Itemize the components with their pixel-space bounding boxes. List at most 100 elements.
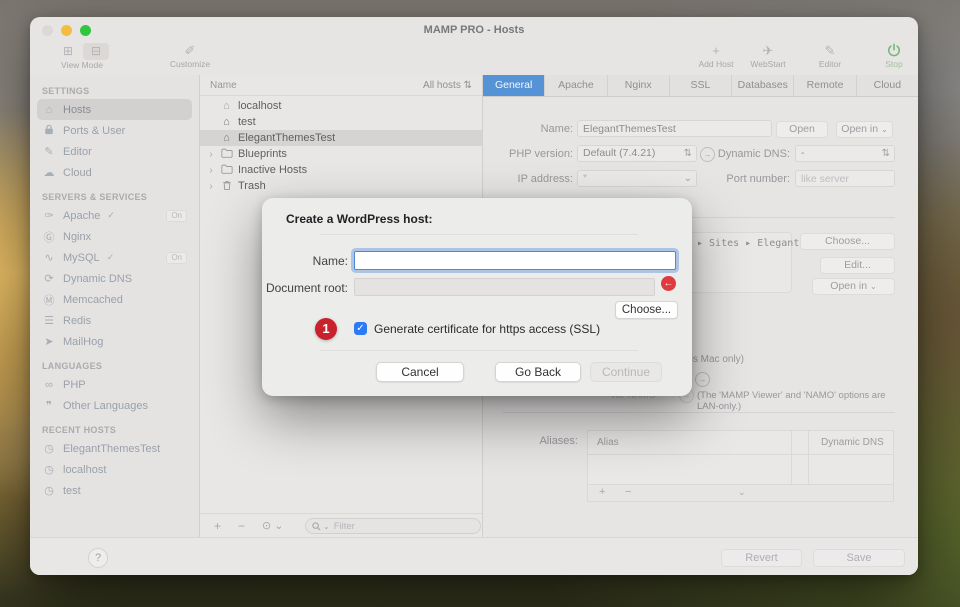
dynamic-dns-column-header[interactable]: Dynamic DNS (821, 437, 884, 448)
port-number-input[interactable] (801, 171, 889, 186)
dialog-choose-button[interactable]: Choose... (615, 301, 678, 319)
check-icon: ✓ (107, 210, 115, 221)
zoom-button[interactable] (80, 25, 91, 36)
sidebar-item-redis[interactable]: ☰ Redis (37, 310, 192, 331)
tab-databases[interactable]: Databases (732, 75, 794, 96)
memcached-icon: Ⓜ (42, 292, 56, 308)
tab-nginx[interactable]: Nginx (608, 75, 670, 96)
ssl-checkbox[interactable]: ✓ (354, 322, 367, 335)
sidebar-item-php[interactable]: ∞ PHP (37, 374, 192, 395)
chevron-down-icon: ⌄ (870, 282, 877, 291)
clock-icon: ◷ (42, 484, 56, 497)
aliases-label: Aliases: (483, 435, 578, 447)
sidebar-item-other-languages[interactable]: ❞ Other Languages (37, 395, 192, 416)
clock-icon: ◷ (42, 463, 56, 476)
sidebar-item-editor[interactable]: ✎ Editor (37, 141, 192, 162)
circle-dots-icon: ⊙ (262, 520, 271, 532)
sidebar-item-apache[interactable]: ✑ Apache ✓ On (37, 205, 192, 226)
sidebar-item-dynamic-dns[interactable]: ⟳ Dynamic DNS (37, 268, 192, 289)
tab-apache[interactable]: Apache (545, 75, 607, 96)
host-row-trash[interactable]: › Trash (200, 178, 482, 194)
customize-button[interactable]: ✐ Customize (160, 43, 220, 70)
add-host-button[interactable]: + Add Host (688, 43, 744, 70)
go-circle-icon[interactable]: → (695, 372, 710, 387)
remove-host-list-button[interactable]: − (238, 518, 245, 534)
dialog-name-input[interactable] (355, 252, 675, 269)
sidebar-item-recent-localhost[interactable]: ◷ localhost (37, 459, 192, 480)
view-mode-columns-icon[interactable]: ⊟ (83, 43, 109, 60)
house-icon: ⌂ (220, 116, 233, 128)
sidebar-item-cloud[interactable]: ☁ Cloud (37, 162, 192, 183)
port-number-field[interactable] (795, 170, 895, 187)
house-icon: ⌂ (42, 104, 56, 116)
alias-column-header[interactable]: Alias (597, 437, 619, 448)
revert-button[interactable]: Revert (721, 549, 802, 567)
sidebar-item-memcached[interactable]: Ⓜ Memcached (37, 289, 192, 310)
actions-menu-button[interactable]: ⊙ ⌄ (262, 518, 284, 534)
ssl-checkbox-label[interactable]: Generate certificate for https access (S… (374, 322, 600, 336)
open-button[interactable]: Open (776, 121, 828, 138)
dialog-docroot-field[interactable] (354, 278, 655, 296)
add-host-list-button[interactable]: + (214, 518, 221, 534)
minimize-button[interactable] (61, 25, 72, 36)
tab-general[interactable]: General (483, 75, 545, 96)
dynamic-dns-label: Dynamic DNS: (700, 148, 790, 160)
annotation-step-1: 1 (315, 318, 337, 340)
pencil-icon: ✎ (42, 145, 56, 158)
sidebar-item-recent-test[interactable]: ◷ test (37, 480, 192, 501)
help-button[interactable]: ? (88, 548, 108, 568)
sidebar-item-recent-elegantthemestest[interactable]: ◷ ElegantThemesTest (37, 438, 192, 459)
view-mode-list-icon[interactable]: ⊞ (55, 43, 81, 60)
webstart-button[interactable]: ✈ WebStart (740, 43, 796, 70)
host-name-input[interactable] (583, 121, 766, 136)
host-row-localhost[interactable]: ⌂ localhost (200, 98, 482, 114)
host-row-blueprints[interactable]: › Blueprints (200, 146, 482, 162)
close-button[interactable] (42, 25, 53, 36)
remove-alias-button[interactable]: − (625, 485, 631, 500)
tab-remote[interactable]: Remote (794, 75, 856, 96)
chevron-down-icon[interactable]: ⌄ (738, 485, 746, 500)
tab-cloud[interactable]: Cloud (857, 75, 918, 96)
host-name-field[interactable] (577, 120, 772, 137)
sidebar-section-languages: LANGUAGES (42, 361, 199, 371)
open-in-docroot-button[interactable]: Open in ⌄ (812, 278, 895, 295)
disclosure-icon[interactable]: › (207, 149, 215, 160)
sidebar-item-mysql[interactable]: ∿ MySQL ✓ On (37, 247, 192, 268)
filter-field[interactable]: ⌄ (305, 518, 481, 534)
lock-icon (42, 124, 56, 138)
dynamic-dns-dropdown[interactable]: -⇅ (795, 145, 895, 162)
sidebar-item-ports-user[interactable]: Ports & User (37, 120, 192, 141)
dialog-name-field[interactable] (354, 251, 676, 270)
window-bottom-bar: ? Revert Save (30, 537, 918, 575)
house-icon: ⌂ (220, 132, 233, 144)
host-row-test[interactable]: ⌂ test (200, 114, 482, 130)
ip-address-dropdown[interactable]: *⌄ (577, 170, 697, 187)
add-alias-button[interactable]: + (599, 485, 605, 500)
dialog-cancel-button[interactable]: Cancel (376, 362, 464, 382)
disclosure-icon[interactable]: › (207, 181, 215, 192)
dialog-continue-button[interactable]: Continue (590, 362, 662, 382)
column-divider (791, 431, 792, 484)
scope-filter-dropdown[interactable]: All hosts ⇅ (423, 80, 472, 91)
edit-docroot-button[interactable]: Edit... (820, 257, 895, 274)
save-button[interactable]: Save (813, 549, 905, 567)
disclosure-icon[interactable]: › (207, 165, 215, 176)
sidebar-item-hosts[interactable]: ⌂ Hosts (37, 99, 192, 120)
filter-input[interactable] (332, 520, 474, 533)
dialog-go-back-button[interactable]: Go Back (495, 362, 581, 382)
column-name-header[interactable]: Name (210, 80, 237, 91)
sidebar-item-nginx[interactable]: Ⓖ Nginx (37, 226, 192, 247)
choose-docroot-button[interactable]: Choose... (800, 233, 895, 250)
apache-feather-icon: ✑ (42, 209, 56, 222)
host-row-elegantthemestest[interactable]: ⌂ ElegantThemesTest (200, 130, 482, 146)
tab-ssl[interactable]: SSL (670, 75, 732, 96)
window-controls (42, 25, 91, 36)
sidebar-item-mailhog[interactable]: ➤ MailHog (37, 331, 192, 352)
open-in-button[interactable]: Open in ⌄ (836, 121, 893, 138)
divider (320, 350, 638, 351)
php-version-dropdown[interactable]: Default (7.4.21)⇅ (577, 145, 697, 162)
stop-button[interactable]: Stop (866, 43, 922, 70)
editor-button[interactable]: ✎ Editor (802, 43, 858, 70)
host-row-inactive-hosts[interactable]: › Inactive Hosts (200, 162, 482, 178)
document-root-breadcrumb[interactable]: ▸ Sites ▸ Elegant (697, 238, 799, 249)
